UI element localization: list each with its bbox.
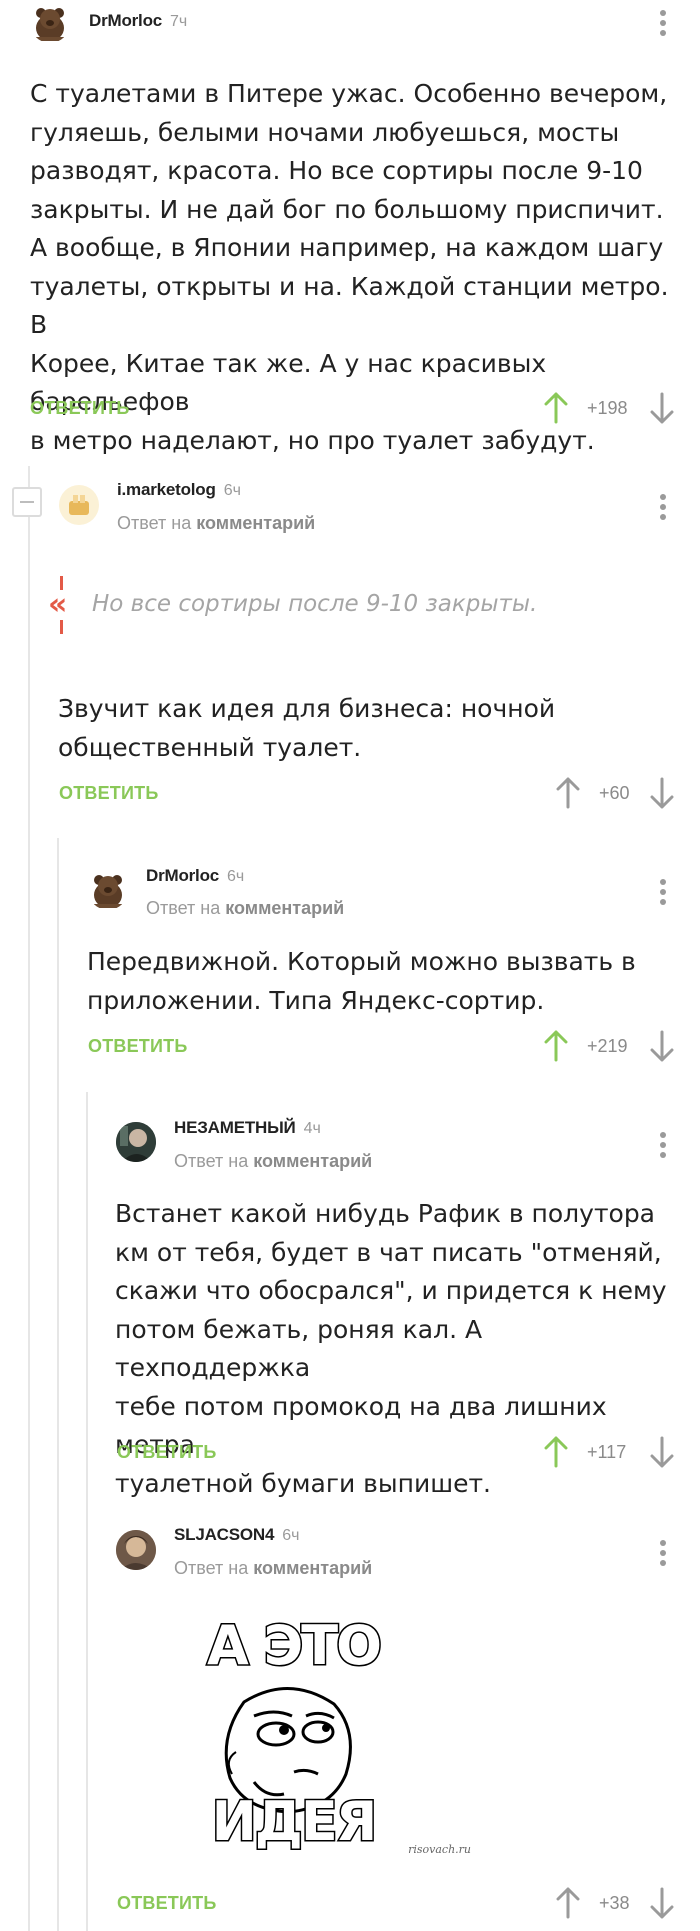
person-avatar-icon bbox=[116, 1122, 156, 1162]
text-line: туалеты, открыты и на. Каждой станции ме… bbox=[30, 271, 669, 340]
downvote-arrow-icon[interactable] bbox=[650, 777, 674, 814]
username[interactable]: DrMorloc bbox=[89, 11, 162, 30]
text-line: туалетной бумаги выпишет. bbox=[115, 1468, 491, 1498]
upvote-arrow-icon[interactable] bbox=[544, 392, 568, 429]
score: +198 bbox=[587, 398, 628, 418]
text-line: С туалетами в Питере ужас. Особенно вече… bbox=[30, 79, 668, 108]
timestamp: 4ч bbox=[303, 1120, 321, 1137]
text-line: км от тебя, будет в чат писать "отменяй, bbox=[115, 1237, 662, 1267]
bear-avatar-icon bbox=[94, 875, 122, 908]
reply-to-prefix: Ответ на bbox=[117, 513, 192, 533]
text-line: Передвижной. Который можно вызвать в bbox=[87, 947, 636, 976]
upvote-arrow-icon[interactable] bbox=[544, 1030, 568, 1067]
upvote-arrow-icon[interactable] bbox=[544, 1436, 568, 1473]
timestamp: 6ч bbox=[223, 482, 241, 499]
thread-line[interactable] bbox=[86, 1092, 88, 1931]
collapse-thread-icon[interactable] bbox=[12, 487, 42, 517]
avatar[interactable] bbox=[116, 1122, 156, 1162]
text-line: скажи что обосрался", и придется к нему bbox=[115, 1276, 667, 1305]
avatar[interactable] bbox=[30, 3, 70, 43]
thread-line[interactable] bbox=[28, 466, 30, 1931]
avatar[interactable] bbox=[116, 1530, 156, 1570]
quote-mark-icon: « bbox=[48, 576, 68, 636]
timestamp: 6ч bbox=[282, 1527, 300, 1544]
score: +38 bbox=[599, 1893, 630, 1913]
kebab-menu-icon[interactable] bbox=[660, 494, 668, 524]
text-line: Звучит как идея для бизнеса: ночной bbox=[58, 694, 556, 723]
timestamp: 6ч bbox=[227, 868, 245, 885]
downvote-arrow-icon[interactable] bbox=[650, 392, 674, 429]
reply-button[interactable]: ОТВЕТИТЬ bbox=[117, 1442, 216, 1463]
meme-image[interactable]: А ЭТО ИДЕЯ risovach.ru bbox=[116, 1612, 471, 1870]
kebab-menu-icon[interactable] bbox=[660, 1132, 668, 1162]
text-line: приложении. Типа Яндекс-сортир. bbox=[87, 985, 545, 1015]
reply-button[interactable]: ОТВЕТИТЬ bbox=[59, 783, 158, 804]
text-line: в метро наделают, но про туалет забудут. bbox=[30, 425, 595, 455]
bear-avatar-icon bbox=[36, 8, 64, 41]
text-line: потом бежать, роняя кал. А техподдержка bbox=[115, 1314, 483, 1383]
reply-to-prefix: Ответ на bbox=[146, 898, 221, 918]
person-avatar-icon bbox=[116, 1530, 156, 1570]
avatar[interactable] bbox=[88, 870, 128, 910]
text-line: общественный туалет. bbox=[58, 732, 362, 762]
kebab-menu-icon[interactable] bbox=[660, 10, 668, 40]
meme-top-text: А ЭТО bbox=[206, 1613, 384, 1679]
comment-text: Звучит как идея для бизнеса: ночной обще… bbox=[58, 690, 678, 767]
quote-text: Но все сортиры после 9-10 закрыты. bbox=[92, 591, 538, 617]
downvote-arrow-icon[interactable] bbox=[650, 1887, 674, 1924]
username[interactable]: DrMorloc bbox=[146, 866, 219, 885]
reply-to-link[interactable]: комментарий bbox=[225, 898, 344, 918]
score: +117 bbox=[587, 1442, 627, 1462]
username[interactable]: SLJACSON4 bbox=[174, 1525, 274, 1544]
username[interactable]: НЕЗАМЕТНЫЙ bbox=[174, 1118, 296, 1137]
text-line: гуляешь, белыми ночами любуешься, мосты bbox=[30, 117, 620, 147]
text-line: разводят, красота. Но все сортиры после … bbox=[30, 156, 643, 185]
text-line: А вообще, в Японии например, на каждом ш… bbox=[30, 233, 664, 262]
username[interactable]: i.marketolog bbox=[117, 480, 216, 499]
upvote-arrow-icon[interactable] bbox=[556, 777, 580, 814]
text-line: Встанет какой нибудь Рафик в полутора bbox=[115, 1199, 656, 1228]
reply-button[interactable]: ОТВЕТИТЬ bbox=[88, 1036, 187, 1057]
reply-to-prefix: Ответ на bbox=[174, 1558, 249, 1578]
meme-watermark: risovach.ru bbox=[408, 1843, 471, 1856]
kebab-menu-icon[interactable] bbox=[660, 1540, 668, 1570]
thread-line[interactable] bbox=[57, 838, 59, 1931]
timestamp: 7ч bbox=[170, 13, 188, 30]
reply-button[interactable]: ОТВЕТИТЬ bbox=[30, 398, 129, 419]
avatar[interactable] bbox=[59, 485, 99, 525]
reply-to-link[interactable]: комментарий bbox=[253, 1151, 372, 1171]
reply-to-link[interactable]: комментарий bbox=[253, 1558, 372, 1578]
score: +219 bbox=[587, 1036, 628, 1056]
reply-to-prefix: Ответ на bbox=[174, 1151, 249, 1171]
reply-button[interactable]: ОТВЕТИТЬ bbox=[117, 1893, 216, 1914]
reply-to-link[interactable]: комментарий bbox=[196, 513, 315, 533]
text-line: закрыты. И не дай бог по большому приспи… bbox=[30, 194, 664, 224]
downvote-arrow-icon[interactable] bbox=[650, 1030, 674, 1067]
score: +60 bbox=[599, 783, 630, 803]
downvote-arrow-icon[interactable] bbox=[650, 1436, 674, 1473]
upvote-arrow-icon[interactable] bbox=[556, 1887, 580, 1924]
comment-text: Передвижной. Который можно вызвать в при… bbox=[87, 943, 677, 1020]
kebab-menu-icon[interactable] bbox=[660, 879, 668, 909]
toaster-avatar-icon bbox=[59, 485, 99, 525]
